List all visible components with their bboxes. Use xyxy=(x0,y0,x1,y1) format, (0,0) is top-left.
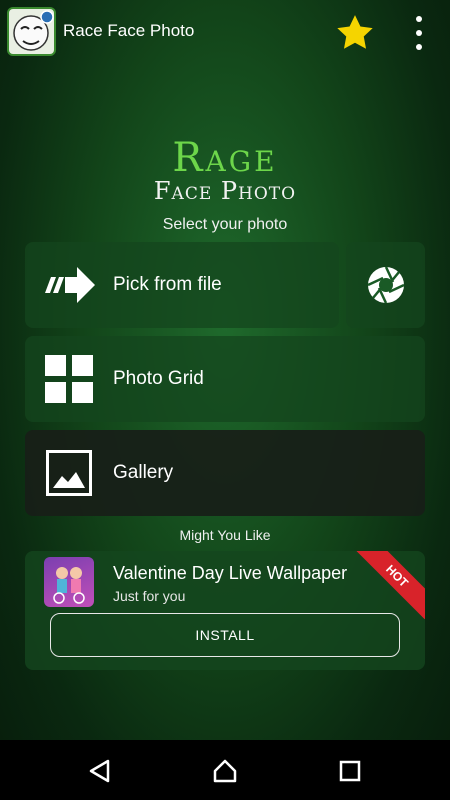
gallery-button[interactable]: Gallery xyxy=(25,430,425,516)
pick-from-file-label: Pick from file xyxy=(113,274,222,295)
image-icon xyxy=(25,430,113,516)
camera-shutter-icon xyxy=(366,266,405,304)
logo-subtitle: Face Photo xyxy=(153,177,297,205)
camera-button[interactable] xyxy=(346,242,425,328)
back-icon[interactable] xyxy=(87,758,113,784)
recents-icon[interactable] xyxy=(337,758,363,784)
app-title: Race Face Photo xyxy=(63,21,195,40)
grid-icon xyxy=(25,336,113,422)
app-face-icon[interactable] xyxy=(7,7,56,56)
might-you-like-label: Might You Like xyxy=(179,527,271,543)
hot-badge: HOT xyxy=(353,551,425,620)
ad-title: Valentine Day Live Wallpaper xyxy=(113,563,348,583)
valentine-thumbnail-icon xyxy=(44,557,94,607)
system-nav-bar xyxy=(0,740,450,800)
select-photo-label: Select your photo xyxy=(162,216,288,233)
overflow-menu-icon[interactable] xyxy=(410,12,428,54)
photo-grid-button[interactable]: Photo Grid xyxy=(25,336,425,422)
gallery-label: Gallery xyxy=(113,462,174,483)
star-icon[interactable] xyxy=(334,12,376,54)
arrow-right-icon xyxy=(25,242,113,328)
logo-title: Rage xyxy=(172,135,278,181)
install-button[interactable]: INSTALL xyxy=(50,613,400,657)
ad-subtitle: Just for you xyxy=(113,588,186,604)
pick-from-file-button[interactable]: Pick from file xyxy=(25,242,339,328)
ad-card[interactable]: Valentine Day Live Wallpaper Just for yo… xyxy=(25,551,425,670)
photo-grid-label: Photo Grid xyxy=(113,368,204,389)
home-icon[interactable] xyxy=(212,758,238,784)
app-bar: Race Face Photo xyxy=(0,0,450,64)
